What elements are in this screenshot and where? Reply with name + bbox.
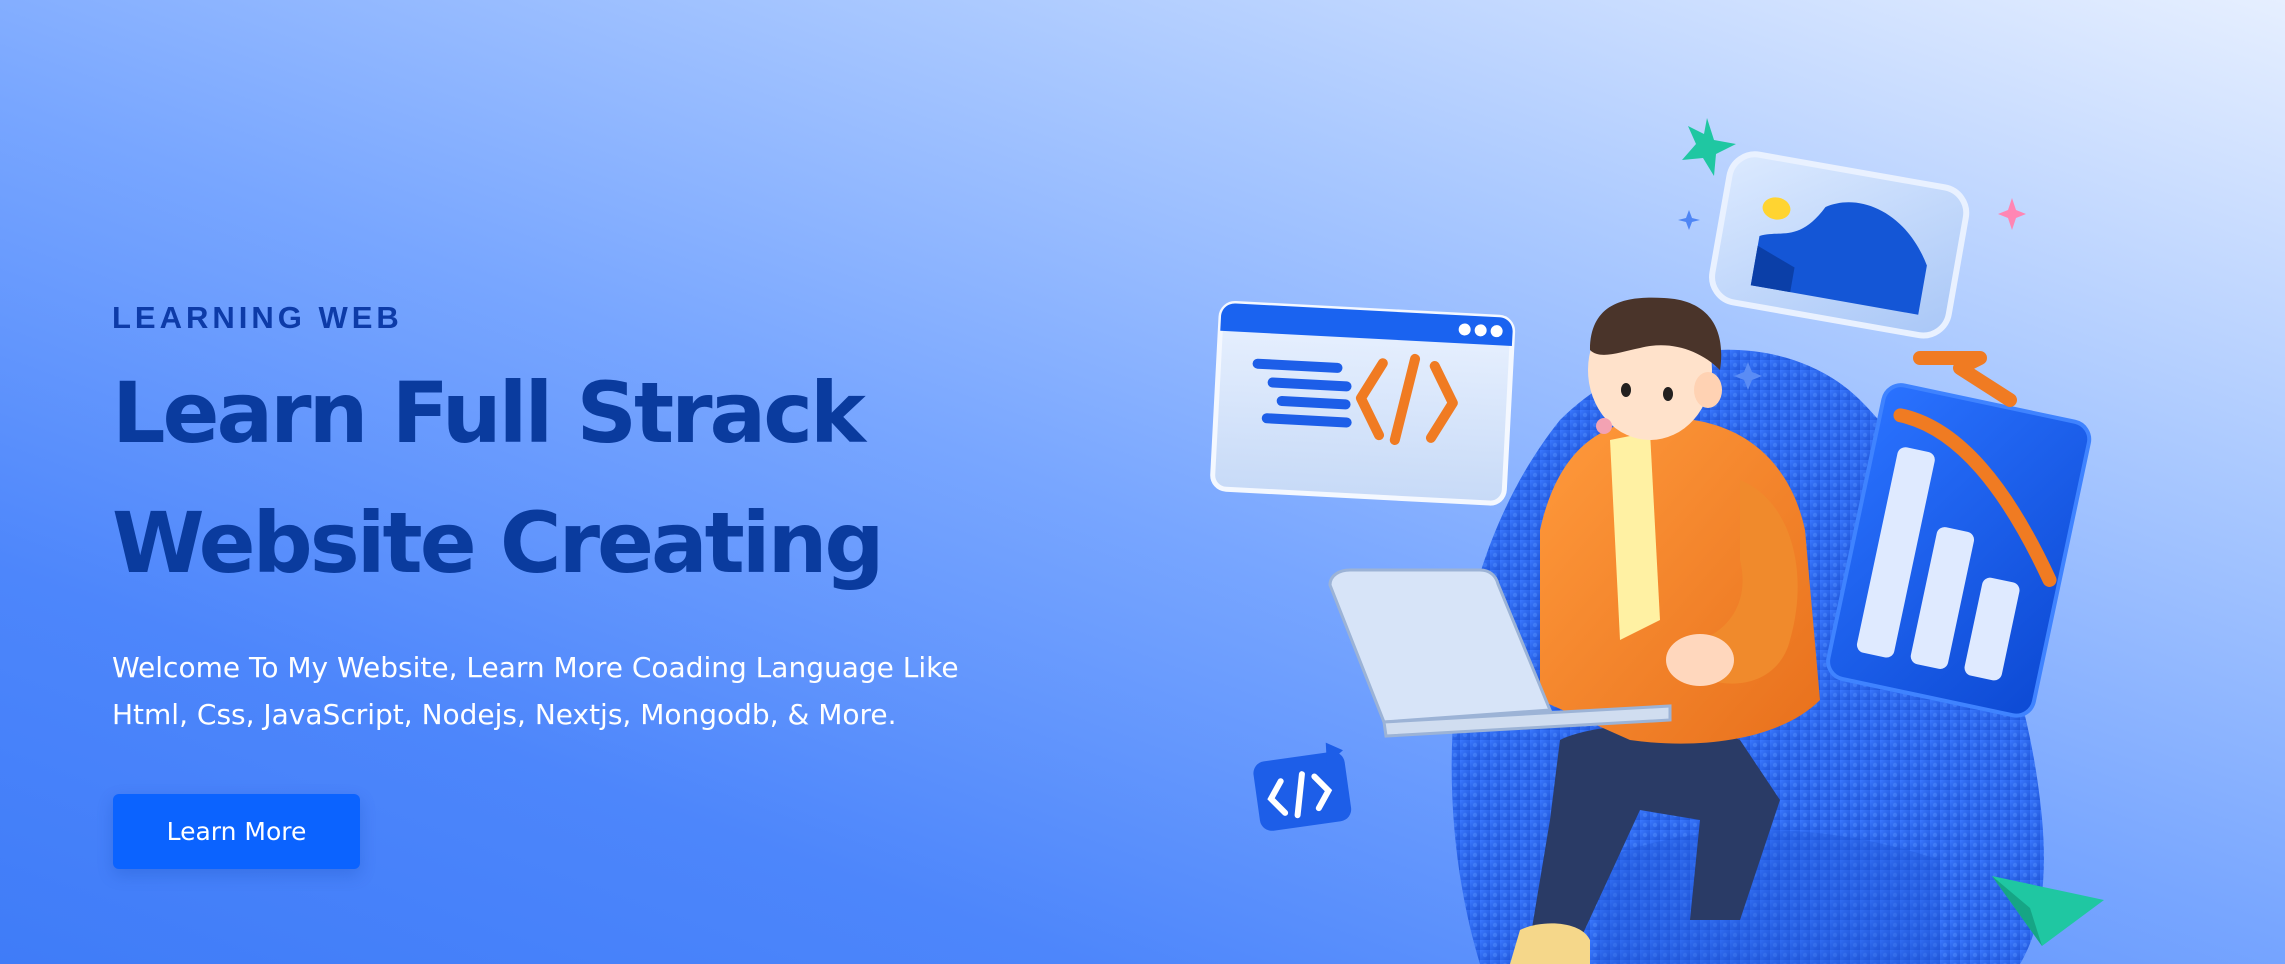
hero-illustration <box>1210 118 2104 964</box>
code-chat-bubble-icon <box>1253 742 1352 831</box>
hero-headline: Learn Full Strack Website Creating <box>112 348 1112 608</box>
description-line-1: Welcome To My Website, Learn More Coadin… <box>112 651 959 684</box>
description-line-2: Html, Css, JavaScript, Nodejs, Nextjs, M… <box>112 698 897 731</box>
hero-eyebrow: LEARNING WEB <box>112 300 403 335</box>
image-card-icon <box>1709 151 1970 339</box>
headline-line-1: Learn Full Strack <box>112 364 866 462</box>
hero-description: Welcome To My Website, Learn More Coadin… <box>112 644 1092 738</box>
headline-line-2: Website Creating <box>112 494 885 592</box>
code-window-icon <box>1210 300 1516 506</box>
learn-more-button[interactable]: Learn More <box>113 794 360 869</box>
hero-text: LEARNING WEB Learn Full Strack Website C… <box>112 296 1112 738</box>
